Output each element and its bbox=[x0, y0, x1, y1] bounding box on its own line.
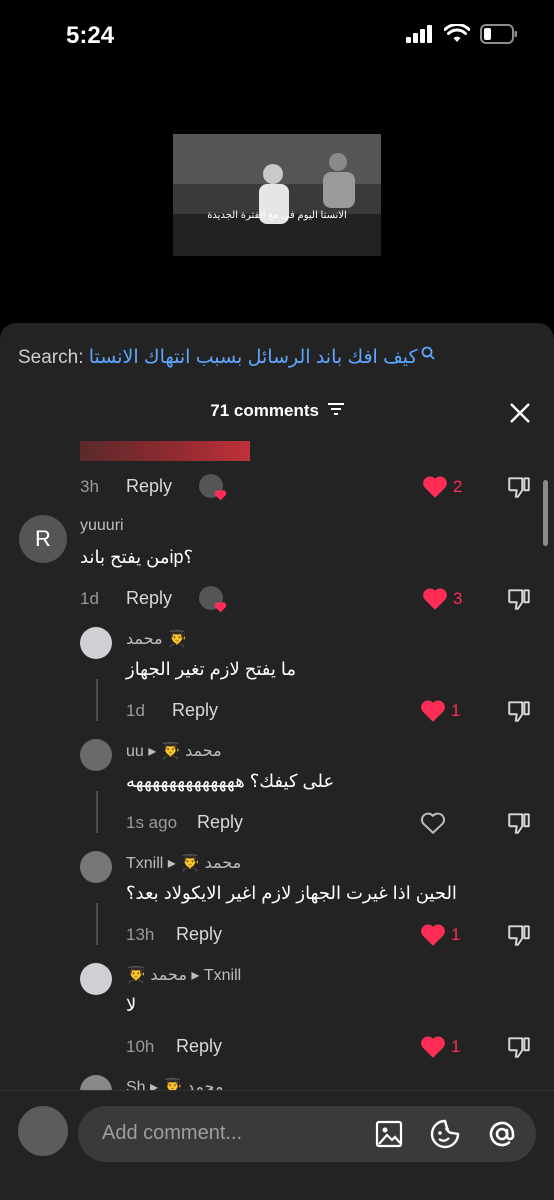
status-time: 5:24 bbox=[66, 22, 115, 49]
dislike-icon[interactable] bbox=[506, 474, 532, 500]
dislike-icon[interactable] bbox=[506, 586, 532, 612]
avatar-letter: R bbox=[35, 526, 51, 551]
comment-time: 3h bbox=[80, 477, 99, 496]
close-icon[interactable] bbox=[508, 401, 532, 425]
avatar[interactable] bbox=[80, 627, 112, 659]
reply-row: uu ▸ 👨‍🎓 محمد على كيفك؟ هههههههههههههه 1… bbox=[0, 737, 554, 847]
comment-username[interactable]: محمد 👨‍🎓 bbox=[126, 629, 187, 649]
sticker-icon[interactable] bbox=[429, 1118, 461, 1150]
comments-count-header[interactable]: 71 comments bbox=[0, 401, 554, 421]
scrollbar[interactable] bbox=[543, 480, 548, 546]
heart-icon[interactable] bbox=[422, 475, 448, 499]
user-avatar[interactable] bbox=[18, 1106, 68, 1156]
comment-username[interactable]: Txnill ▸ 👨‍🎓 محمد bbox=[126, 853, 241, 873]
comment-username[interactable]: uu ▸ 👨‍🎓 محمد bbox=[126, 741, 222, 761]
search-suggestion[interactable]: Search: كيف افك باند الرسائل بسبب انتهاك… bbox=[18, 346, 435, 369]
comment-time: 10h bbox=[126, 1037, 155, 1056]
reply-row: 👨‍🎓 محمد ▸ Txnill لا 10h Reply 1 bbox=[0, 961, 554, 1071]
comment-username[interactable]: yuuuri bbox=[80, 517, 124, 535]
comment-time: 13h bbox=[126, 925, 155, 944]
comments-count: 71 comments bbox=[210, 401, 319, 420]
reply-button[interactable]: Reply bbox=[172, 700, 218, 721]
heart-icon[interactable] bbox=[422, 587, 448, 611]
comment-row: R yuuuri من يفتح باندip؟ 1d Reply 3 bbox=[0, 513, 554, 623]
wifi-icon bbox=[444, 24, 470, 42]
status-bar: 5:24 bbox=[0, 0, 554, 70]
comment-text: ما يفتح لازم تغير الجهاز bbox=[126, 659, 297, 679]
reply-button[interactable]: Reply bbox=[176, 1036, 222, 1057]
battery-icon bbox=[480, 24, 517, 44]
comment-text: لا bbox=[126, 995, 137, 1015]
comment-input[interactable]: Add comment... bbox=[78, 1106, 536, 1162]
comment-placeholder: Add comment... bbox=[102, 1122, 243, 1144]
comment-username[interactable]: 👨‍🎓 محمد ▸ Txnill bbox=[126, 965, 241, 985]
avatar[interactable]: R bbox=[19, 515, 67, 563]
comment-row: 3h Reply 2 bbox=[0, 439, 554, 501]
reply-button[interactable]: Reply bbox=[197, 812, 243, 833]
creator-liked-avatar bbox=[199, 586, 227, 613]
video-frame bbox=[173, 134, 381, 256]
comment-composer: Add comment... bbox=[0, 1090, 554, 1200]
like-count: 1 bbox=[451, 1037, 461, 1056]
search-label: Search: bbox=[18, 347, 84, 368]
reply-button[interactable]: Reply bbox=[126, 588, 172, 609]
mention-icon[interactable] bbox=[486, 1118, 518, 1150]
creator-liked-avatar bbox=[199, 474, 227, 501]
status-icons bbox=[406, 24, 518, 44]
reply-button[interactable]: Reply bbox=[176, 924, 222, 945]
comment-text: الحين اذا غيرت الجهاز لازم اغير الايكولا… bbox=[126, 883, 457, 903]
video-thumbnail[interactable]: الانستا اليوم في مع الفترة الجديدة bbox=[173, 134, 381, 256]
filter-icon[interactable] bbox=[327, 402, 344, 416]
search-query[interactable]: كيف افك باند الرسائل بسبب انتهاك الانستا bbox=[89, 347, 418, 368]
reply-row: محمد 👨‍🎓 ما يفتح لازم تغير الجهاز 1d Rep… bbox=[0, 625, 554, 735]
dislike-icon[interactable] bbox=[506, 1034, 532, 1060]
search-icon bbox=[421, 346, 435, 360]
avatar[interactable] bbox=[80, 739, 112, 771]
dislike-icon[interactable] bbox=[506, 698, 532, 724]
comment-time: 1d bbox=[126, 701, 145, 720]
comment-text: من يفتح باندip؟ bbox=[80, 547, 194, 567]
image-icon[interactable] bbox=[374, 1119, 404, 1149]
comment-time: 1d bbox=[80, 589, 99, 608]
avatar[interactable] bbox=[80, 963, 112, 995]
heart-outline-icon[interactable] bbox=[420, 811, 446, 835]
heart-icon[interactable] bbox=[420, 699, 446, 723]
heart-icon bbox=[214, 490, 227, 501]
like-count: 3 bbox=[453, 589, 463, 608]
video-caption: الانستا اليوم في مع الفترة الجديدة bbox=[207, 210, 347, 221]
reply-button[interactable]: Reply bbox=[126, 476, 172, 497]
like-count: 1 bbox=[451, 701, 461, 720]
comment-text: على كيفك؟ هههههههههههههه bbox=[126, 771, 335, 791]
comments-sheet: Search: كيف افك باند الرسائل بسبب انتهاك… bbox=[0, 323, 554, 1199]
heart-icon[interactable] bbox=[420, 923, 446, 947]
reply-row: Txnill ▸ 👨‍🎓 محمد الحين اذا غيرت الجهاز … bbox=[0, 849, 554, 959]
dislike-icon[interactable] bbox=[506, 810, 532, 836]
cellular-signal-icon bbox=[406, 25, 432, 43]
like-count: 2 bbox=[453, 477, 463, 496]
comment-image[interactable] bbox=[80, 441, 250, 461]
dislike-icon[interactable] bbox=[506, 922, 532, 948]
comment-time: 1s ago bbox=[126, 813, 178, 832]
heart-icon[interactable] bbox=[420, 1035, 446, 1059]
avatar[interactable] bbox=[80, 851, 112, 883]
heart-icon bbox=[214, 602, 227, 613]
like-count: 1 bbox=[451, 925, 461, 944]
